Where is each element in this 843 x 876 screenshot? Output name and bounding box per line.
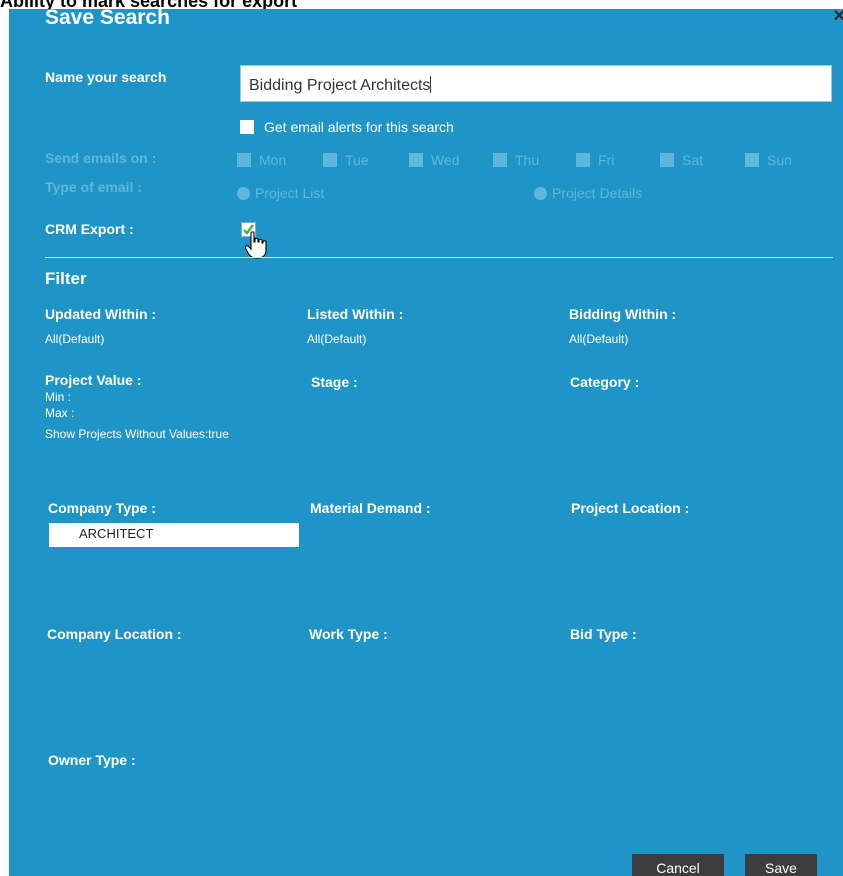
radio-dot[interactable]	[237, 186, 250, 200]
bidding-within-label: Bidding Within :	[569, 306, 677, 322]
day-option-fri[interactable]: Fri	[576, 152, 614, 168]
dialog-title: Save Search	[45, 9, 170, 29]
radio-label: Project List	[255, 185, 325, 201]
updated-within-label: Updated Within :	[45, 306, 157, 322]
day-label: Thu	[515, 152, 540, 168]
send-emails-label: Send emails on :	[45, 150, 157, 166]
email-alert-checkbox[interactable]	[240, 120, 254, 134]
section-divider	[45, 257, 833, 258]
day-label: Fri	[598, 152, 615, 168]
stage-label: Stage :	[311, 374, 358, 390]
email-alert-option[interactable]: Get email alerts for this search	[240, 119, 454, 135]
project-value-label: Project Value :	[45, 372, 142, 388]
bidding-within-value: All(Default)	[569, 332, 629, 346]
project-value-max: Max :	[45, 406, 75, 420]
owner-type-label: Owner Type :	[48, 752, 136, 768]
company-type-label: Company Type :	[48, 500, 156, 516]
name-label: Name your search	[45, 69, 167, 85]
day-label: Sun	[767, 152, 792, 168]
day-checkbox[interactable]	[409, 153, 423, 167]
bid-type-label: Bid Type :	[570, 626, 637, 642]
filter-title: Filter	[45, 269, 87, 288]
save-button[interactable]: Save	[745, 854, 817, 876]
search-name-input[interactable]: Bidding Project Architects	[240, 65, 832, 102]
day-label: Tue	[345, 152, 369, 168]
day-option-tue[interactable]: Tue	[323, 152, 369, 168]
day-checkbox[interactable]	[576, 153, 590, 167]
project-location-label: Project Location :	[571, 500, 690, 516]
day-option-wed[interactable]: Wed	[409, 152, 460, 168]
day-checkbox[interactable]	[745, 153, 759, 167]
day-checkbox[interactable]	[493, 153, 507, 167]
radio-project-list[interactable]: Project List	[237, 185, 324, 201]
day-label: Wed	[431, 152, 460, 168]
show-without-values: Show Projects Without Values:true	[45, 427, 229, 441]
save-search-dialog: × Save Search Name your search Bidding P…	[9, 9, 843, 876]
category-label: Category :	[570, 374, 640, 390]
radio-dot[interactable]	[534, 186, 547, 200]
day-label: Mon	[259, 152, 287, 168]
listed-within-label: Listed Within :	[307, 306, 404, 322]
day-checkbox[interactable]	[660, 153, 674, 167]
company-location-label: Company Location :	[47, 626, 182, 642]
updated-within-value: All(Default)	[45, 332, 105, 346]
search-name-value: Bidding Project Architects	[249, 77, 431, 94]
close-icon[interactable]: ×	[833, 9, 843, 28]
listed-within-value: All(Default)	[307, 332, 367, 346]
radio-project-details[interactable]: Project Details	[534, 185, 642, 201]
day-option-mon[interactable]: Mon	[237, 152, 286, 168]
day-option-sun[interactable]: Sun	[745, 152, 792, 168]
pointer-hand-icon	[245, 231, 267, 259]
radio-label: Project Details	[552, 185, 643, 201]
day-option-sat[interactable]: Sat	[660, 152, 703, 168]
email-alert-label: Get email alerts for this search	[264, 119, 454, 135]
day-checkbox[interactable]	[237, 153, 251, 167]
company-type-value: ARCHITECT	[49, 523, 299, 547]
email-type-label: Type of email :	[45, 179, 142, 195]
crm-export-label: CRM Export :	[45, 221, 134, 237]
day-checkboxes: Mon Tue Wed Thu Fri Sat Sun	[237, 152, 837, 170]
day-label: Sat	[682, 152, 704, 168]
work-type-label: Work Type :	[309, 626, 388, 642]
project-value-min: Min :	[45, 390, 72, 404]
day-checkbox[interactable]	[323, 153, 337, 167]
day-option-thu[interactable]: Thu	[493, 152, 539, 168]
material-demand-label: Material Demand :	[310, 500, 431, 516]
cancel-button[interactable]: Cancel	[632, 854, 724, 876]
text-cursor	[430, 76, 432, 93]
